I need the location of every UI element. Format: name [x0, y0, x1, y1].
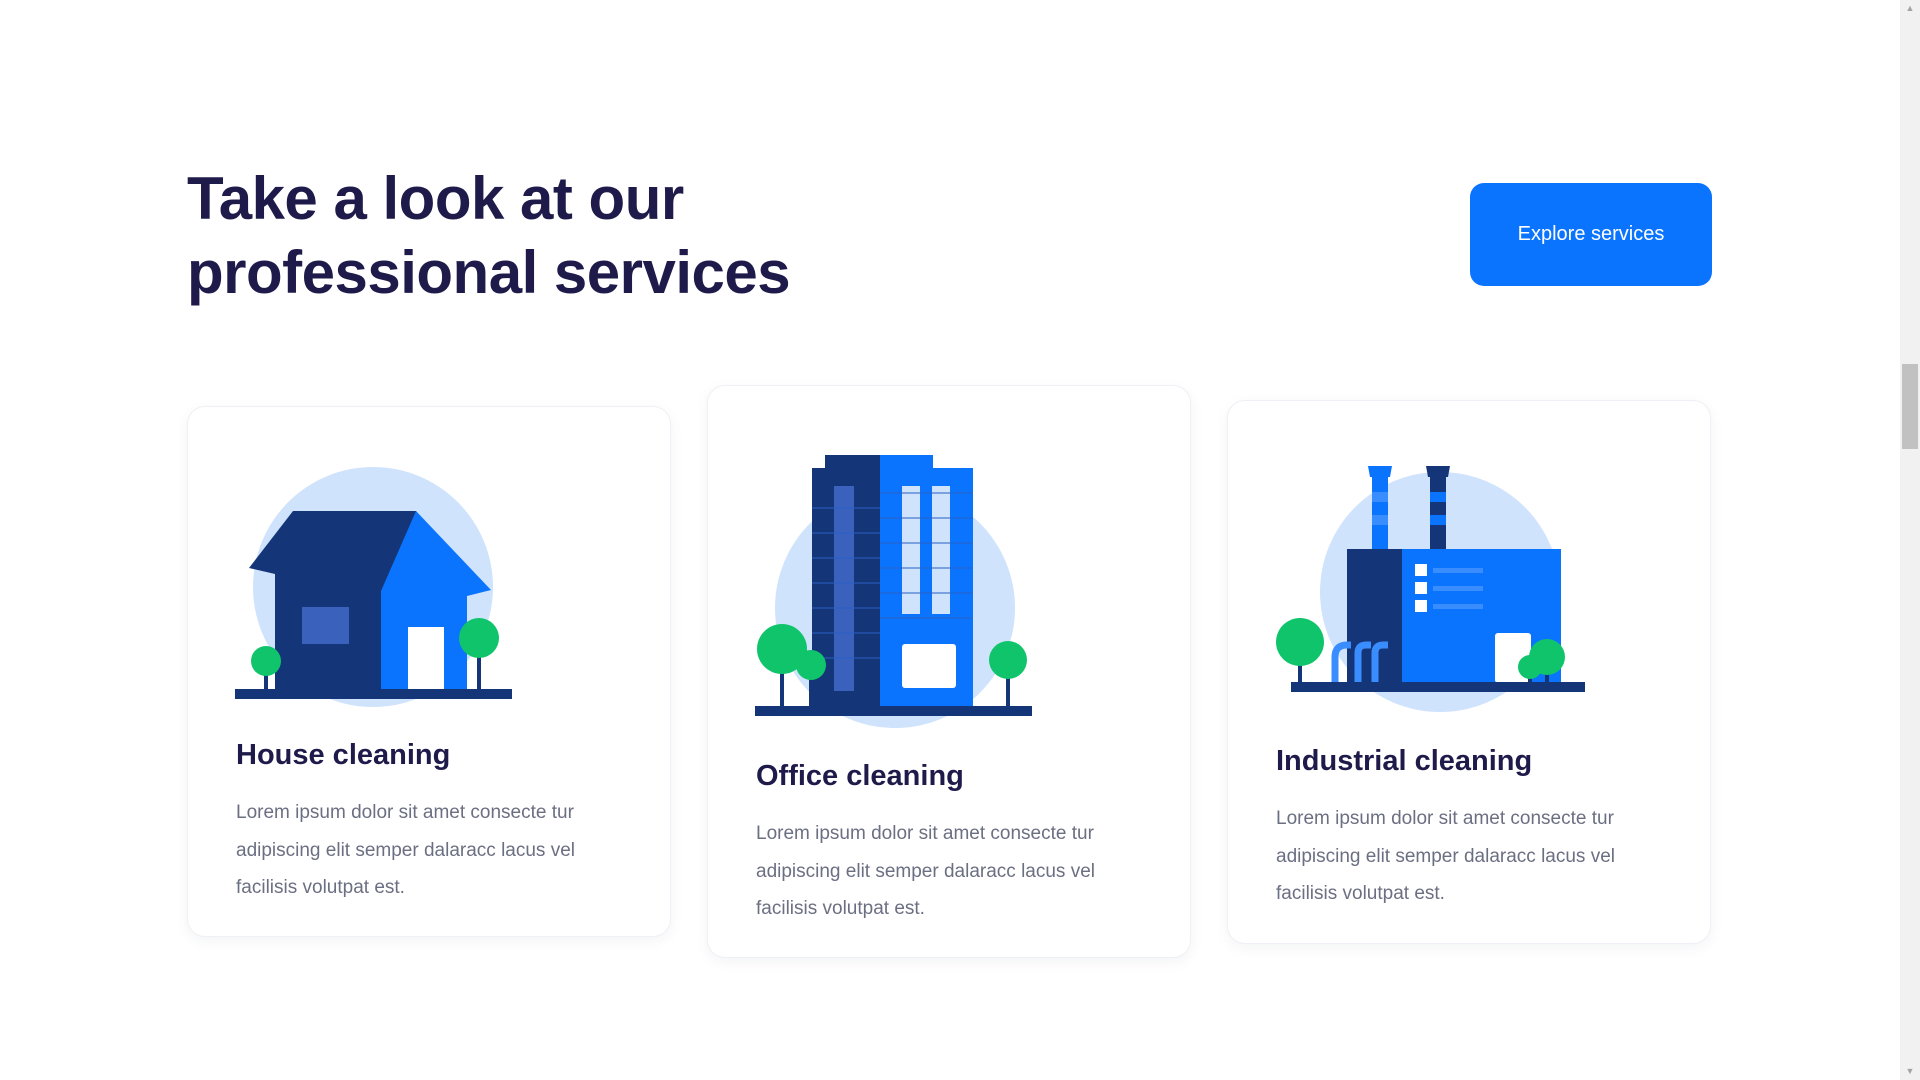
service-card-office-cleaning[interactable]: Office cleaning Lorem ipsum dolor sit am… [707, 385, 1191, 958]
page: Take a look at our professional services… [0, 0, 1920, 1080]
card-title: Industrial cleaning [1276, 745, 1533, 777]
card-title: Office cleaning [756, 760, 964, 792]
service-card-industrial-cleaning[interactable]: Industrial cleaning Lorem ipsum dolor si… [1227, 400, 1711, 944]
factory-icon [1276, 466, 1585, 712]
card-description: Lorem ipsum dolor sit amet consecte tur … [1276, 808, 1615, 904]
scrollbar-thumb[interactable] [1902, 364, 1918, 449]
vertical-scrollbar[interactable]: ▲ ▼ [1900, 0, 1920, 1080]
explore-services-button[interactable]: Explore services [1470, 183, 1712, 286]
card-description: Lorem ipsum dolor sit amet consecte tur … [236, 802, 575, 898]
scroll-up-arrow-icon[interactable]: ▲ [1900, 0, 1920, 17]
services-section: Take a look at our professional services… [0, 0, 1900, 1080]
scroll-down-arrow-icon[interactable]: ▼ [1900, 1063, 1920, 1080]
house-icon [235, 467, 512, 707]
card-title: House cleaning [236, 739, 451, 771]
service-card-house-cleaning[interactable]: House cleaning Lorem ipsum dolor sit ame… [187, 406, 671, 937]
office-building-icon [755, 455, 1032, 728]
card-description: Lorem ipsum dolor sit amet consecte tur … [756, 823, 1095, 919]
section-title: Take a look at our professional services [187, 165, 791, 306]
